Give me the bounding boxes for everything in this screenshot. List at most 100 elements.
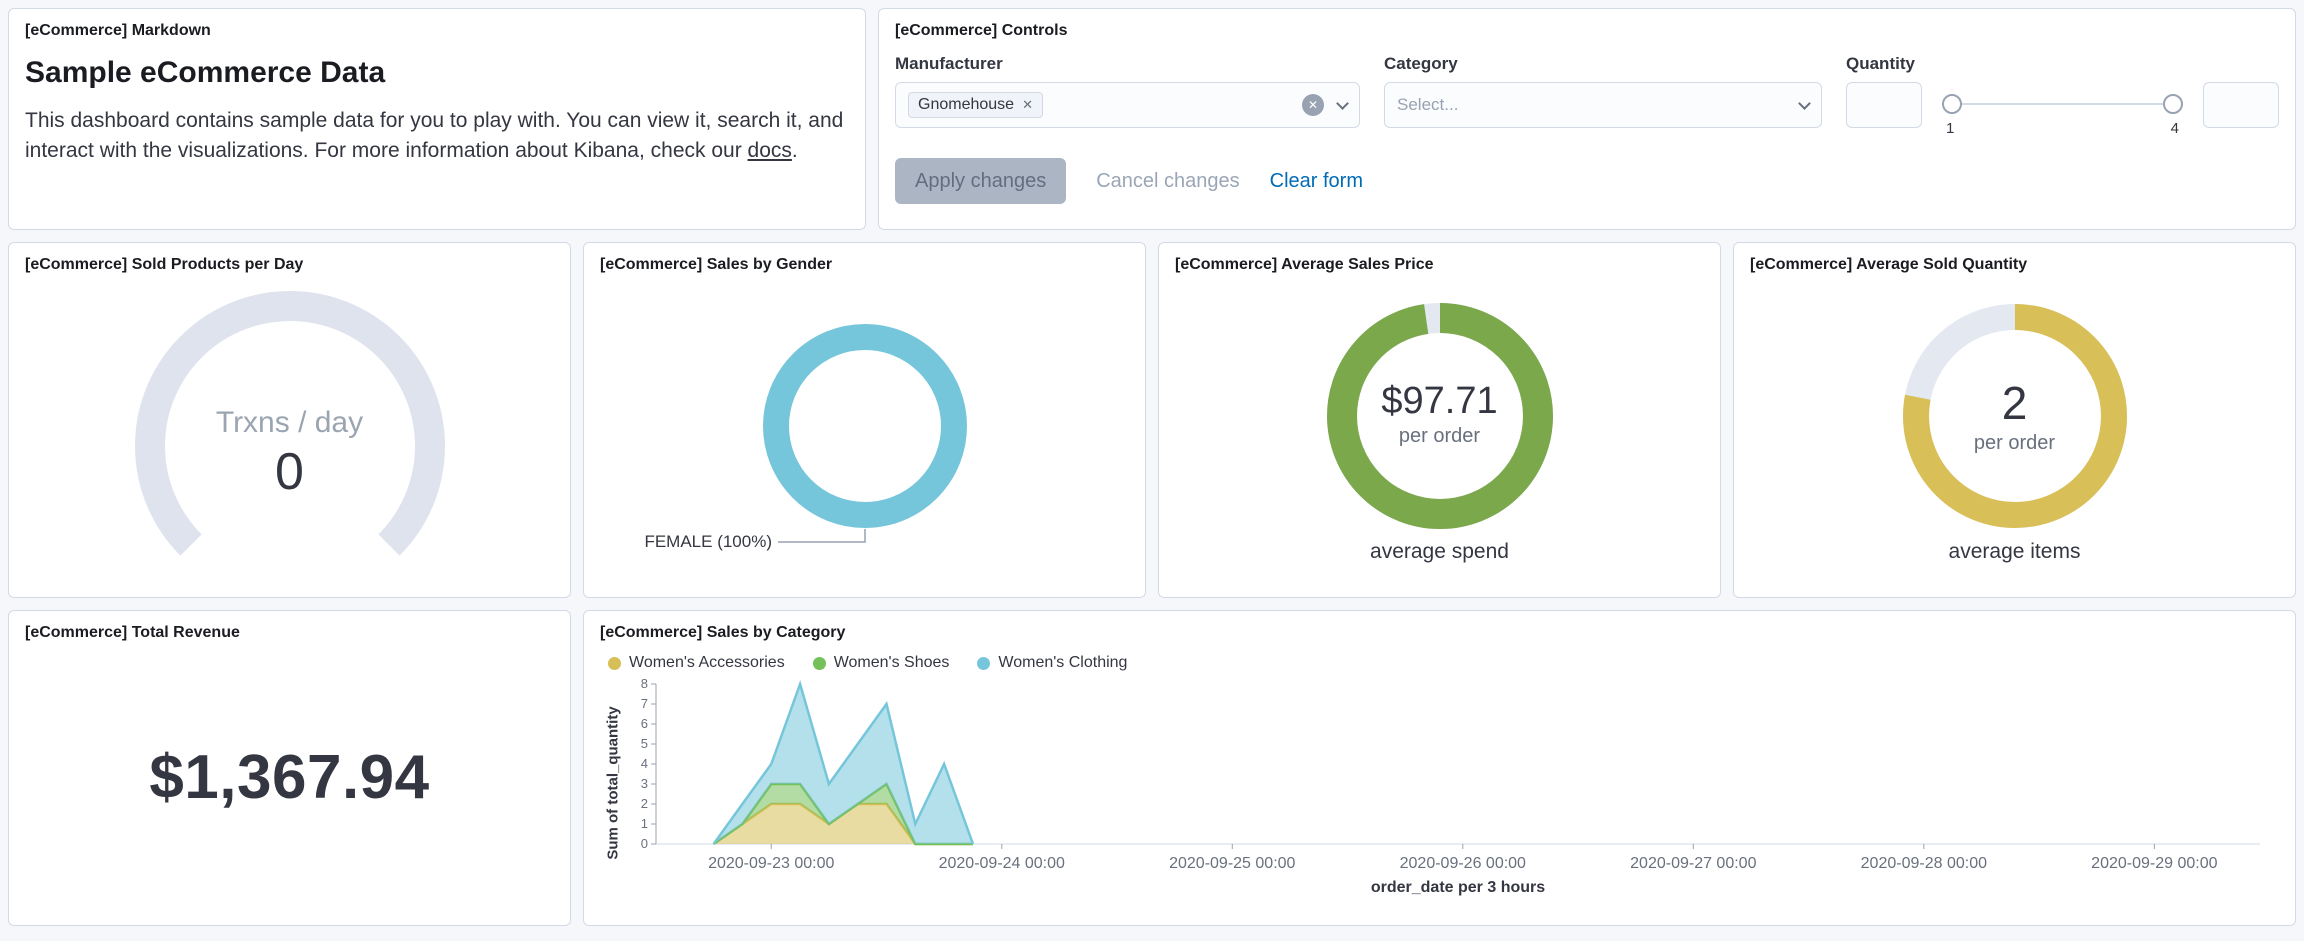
svg-text:2020-09-24 00:00: 2020-09-24 00:00: [939, 855, 1065, 872]
avg-quantity-center: 2 per order: [1750, 376, 2279, 455]
apply-changes-button[interactable]: Apply changes: [895, 158, 1066, 204]
dashboard: [eCommerce] Markdown Sample eCommerce Da…: [0, 0, 2304, 941]
legend-item-womens-accessories[interactable]: Women's Accessories: [608, 654, 785, 672]
markdown-body: This dashboard contains sample data for …: [25, 106, 849, 166]
slider-thumb-max[interactable]: [2163, 94, 2183, 114]
quantity-label: Quantity: [1846, 54, 2279, 74]
svg-text:8: 8: [641, 676, 648, 691]
clear-form-button[interactable]: Clear form: [1270, 170, 1363, 193]
svg-text:6: 6: [641, 716, 648, 731]
slider-max-value: 4: [2171, 120, 2179, 137]
slider-min-value: 1: [1946, 120, 1954, 137]
quantity-min-input[interactable]: [1846, 82, 1922, 128]
category-label: Category: [1384, 54, 1822, 74]
svg-text:4: 4: [641, 756, 648, 771]
combobox-actions: ✕: [1302, 94, 1347, 116]
svg-text:2020-09-28 00:00: 2020-09-28 00:00: [1861, 855, 1987, 872]
svg-text:1: 1: [641, 816, 648, 831]
slider-thumb-min[interactable]: [1942, 94, 1962, 114]
quantity-range-slider: 1 4: [1942, 86, 2183, 142]
cancel-changes-button[interactable]: Cancel changes: [1096, 170, 1239, 193]
avg-price-caption: average spend: [1175, 540, 1704, 564]
panel-title-average-sold-quantity: [eCommerce] Average Sold Quantity: [1750, 255, 2279, 274]
total-revenue-value: $1,367.94: [149, 742, 429, 813]
y-axis-label: Sum of total_quantity: [600, 676, 626, 913]
svg-text:2020-09-25 00:00: 2020-09-25 00:00: [1169, 855, 1295, 872]
panel-title-total-revenue: [eCommerce] Total Revenue: [25, 623, 554, 642]
svg-text:order_date per 3 hours: order_date per 3 hours: [1371, 879, 1545, 896]
gauge-label: Trxns / day: [25, 406, 554, 440]
legend-item-womens-shoes[interactable]: Women's Shoes: [813, 654, 950, 672]
manufacturer-selected-value: Gnomehouse: [918, 96, 1014, 114]
avg-price-viz[interactable]: $97.71 per order average spend: [1175, 276, 1704, 585]
panel-title-sold-products: [eCommerce] Sold Products per Day: [25, 255, 554, 274]
panel-title-markdown: [eCommerce] Markdown: [25, 21, 849, 40]
panel-sold-products: [eCommerce] Sold Products per Day Trxns …: [8, 242, 571, 598]
panel-markdown: [eCommerce] Markdown Sample eCommerce Da…: [8, 8, 866, 230]
legend-item-womens-clothing[interactable]: Women's Clothing: [977, 654, 1127, 672]
gender-donut-chart[interactable]: [600, 276, 1131, 576]
gender-slice-label[interactable]: FEMALE (100%): [600, 532, 772, 552]
svg-text:0: 0: [641, 836, 648, 851]
gauge-viz[interactable]: Trxns / day 0: [25, 276, 554, 585]
panel-title-sales-by-gender: [eCommerce] Sales by Gender: [600, 255, 1129, 274]
row-middle: [eCommerce] Sold Products per Day Trxns …: [8, 242, 2296, 598]
manufacturer-control: Manufacturer Gnomehouse ✕ ✕: [895, 54, 1360, 142]
gender-donut-viz[interactable]: FEMALE (100%): [600, 276, 1129, 585]
avg-quantity-viz[interactable]: 2 per order average items: [1750, 276, 2279, 585]
avg-quantity-value: 2: [1750, 376, 2279, 430]
clear-combobox-icon[interactable]: ✕: [1302, 94, 1324, 116]
svg-text:2020-09-27 00:00: 2020-09-27 00:00: [1630, 855, 1756, 872]
panel-average-sales-price: [eCommerce] Average Sales Price $97.71 p…: [1158, 242, 1721, 598]
legend-label: Women's Clothing: [998, 654, 1127, 672]
gauge-text: Trxns / day 0: [25, 406, 554, 502]
chart-legend: Women's Accessories Women's Shoes Women'…: [600, 654, 2279, 672]
row-top: [eCommerce] Markdown Sample eCommerce Da…: [8, 8, 2296, 230]
avg-price-unit: per order: [1175, 425, 1704, 448]
legend-dot-icon: [813, 657, 826, 670]
quantity-control: Quantity 1 4: [1846, 54, 2279, 142]
svg-text:5: 5: [641, 736, 648, 751]
chevron-down-icon[interactable]: [1336, 97, 1349, 110]
remove-selection-icon[interactable]: ✕: [1022, 97, 1033, 113]
quantity-row: 1 4: [1846, 82, 2279, 142]
panel-total-revenue: [eCommerce] Total Revenue $1,367.94: [8, 610, 571, 926]
panel-title-average-sales-price: [eCommerce] Average Sales Price: [1175, 255, 1704, 274]
legend-dot-icon: [977, 657, 990, 670]
manufacturer-selected-pill[interactable]: Gnomehouse ✕: [908, 92, 1043, 118]
legend-label: Women's Shoes: [834, 654, 950, 672]
panel-controls: [eCommerce] Controls Manufacturer Gnomeh…: [878, 8, 2296, 230]
legend-label: Women's Accessories: [629, 654, 785, 672]
legend-dot-icon: [608, 657, 621, 670]
avg-price-value: $97.71: [1175, 380, 1704, 423]
panel-sales-by-category: [eCommerce] Sales by Category Women's Ac…: [583, 610, 2296, 926]
gauge-value: 0: [25, 442, 554, 502]
panel-sales-by-gender: [eCommerce] Sales by Gender FEMALE (100%…: [583, 242, 1146, 598]
markdown-body-after: .: [792, 139, 798, 162]
markdown-body-text: This dashboard contains sample data for …: [25, 109, 843, 162]
markdown-heading: Sample eCommerce Data: [25, 56, 849, 90]
category-placeholder: Select...: [1397, 95, 1458, 115]
chevron-down-icon: [1798, 97, 1811, 110]
controls-buttons: Apply changes Cancel changes Clear form: [895, 158, 2279, 204]
svg-text:3: 3: [641, 776, 648, 791]
avg-quantity-caption: average items: [1750, 540, 2279, 564]
panel-average-sold-quantity: [eCommerce] Average Sold Quantity 2 per …: [1733, 242, 2296, 598]
manufacturer-combobox[interactable]: Gnomehouse ✕ ✕: [895, 82, 1360, 128]
controls-body: Manufacturer Gnomehouse ✕ ✕ Category: [895, 54, 2279, 142]
svg-text:7: 7: [641, 696, 648, 711]
avg-quantity-unit: per order: [1750, 432, 2279, 455]
chart-area: Sum of total_quantity 0123456782020-09-2…: [600, 676, 2279, 913]
slider-track: [1942, 103, 2183, 105]
category-control: Category Select...: [1384, 54, 1822, 142]
svg-text:2020-09-23 00:00: 2020-09-23 00:00: [708, 855, 834, 872]
panel-title-sales-by-category: [eCommerce] Sales by Category: [600, 623, 2279, 642]
manufacturer-label: Manufacturer: [895, 54, 1360, 74]
panel-title-controls: [eCommerce] Controls: [895, 21, 2279, 40]
row-bottom: [eCommerce] Total Revenue $1,367.94 [eCo…: [8, 610, 2296, 926]
total-revenue-viz: $1,367.94: [25, 642, 554, 913]
quantity-max-input[interactable]: [2203, 82, 2279, 128]
category-select[interactable]: Select...: [1384, 82, 1822, 128]
docs-link[interactable]: docs: [748, 139, 792, 162]
area-chart[interactable]: 0123456782020-09-23 00:002020-09-24 00:0…: [626, 676, 2276, 902]
